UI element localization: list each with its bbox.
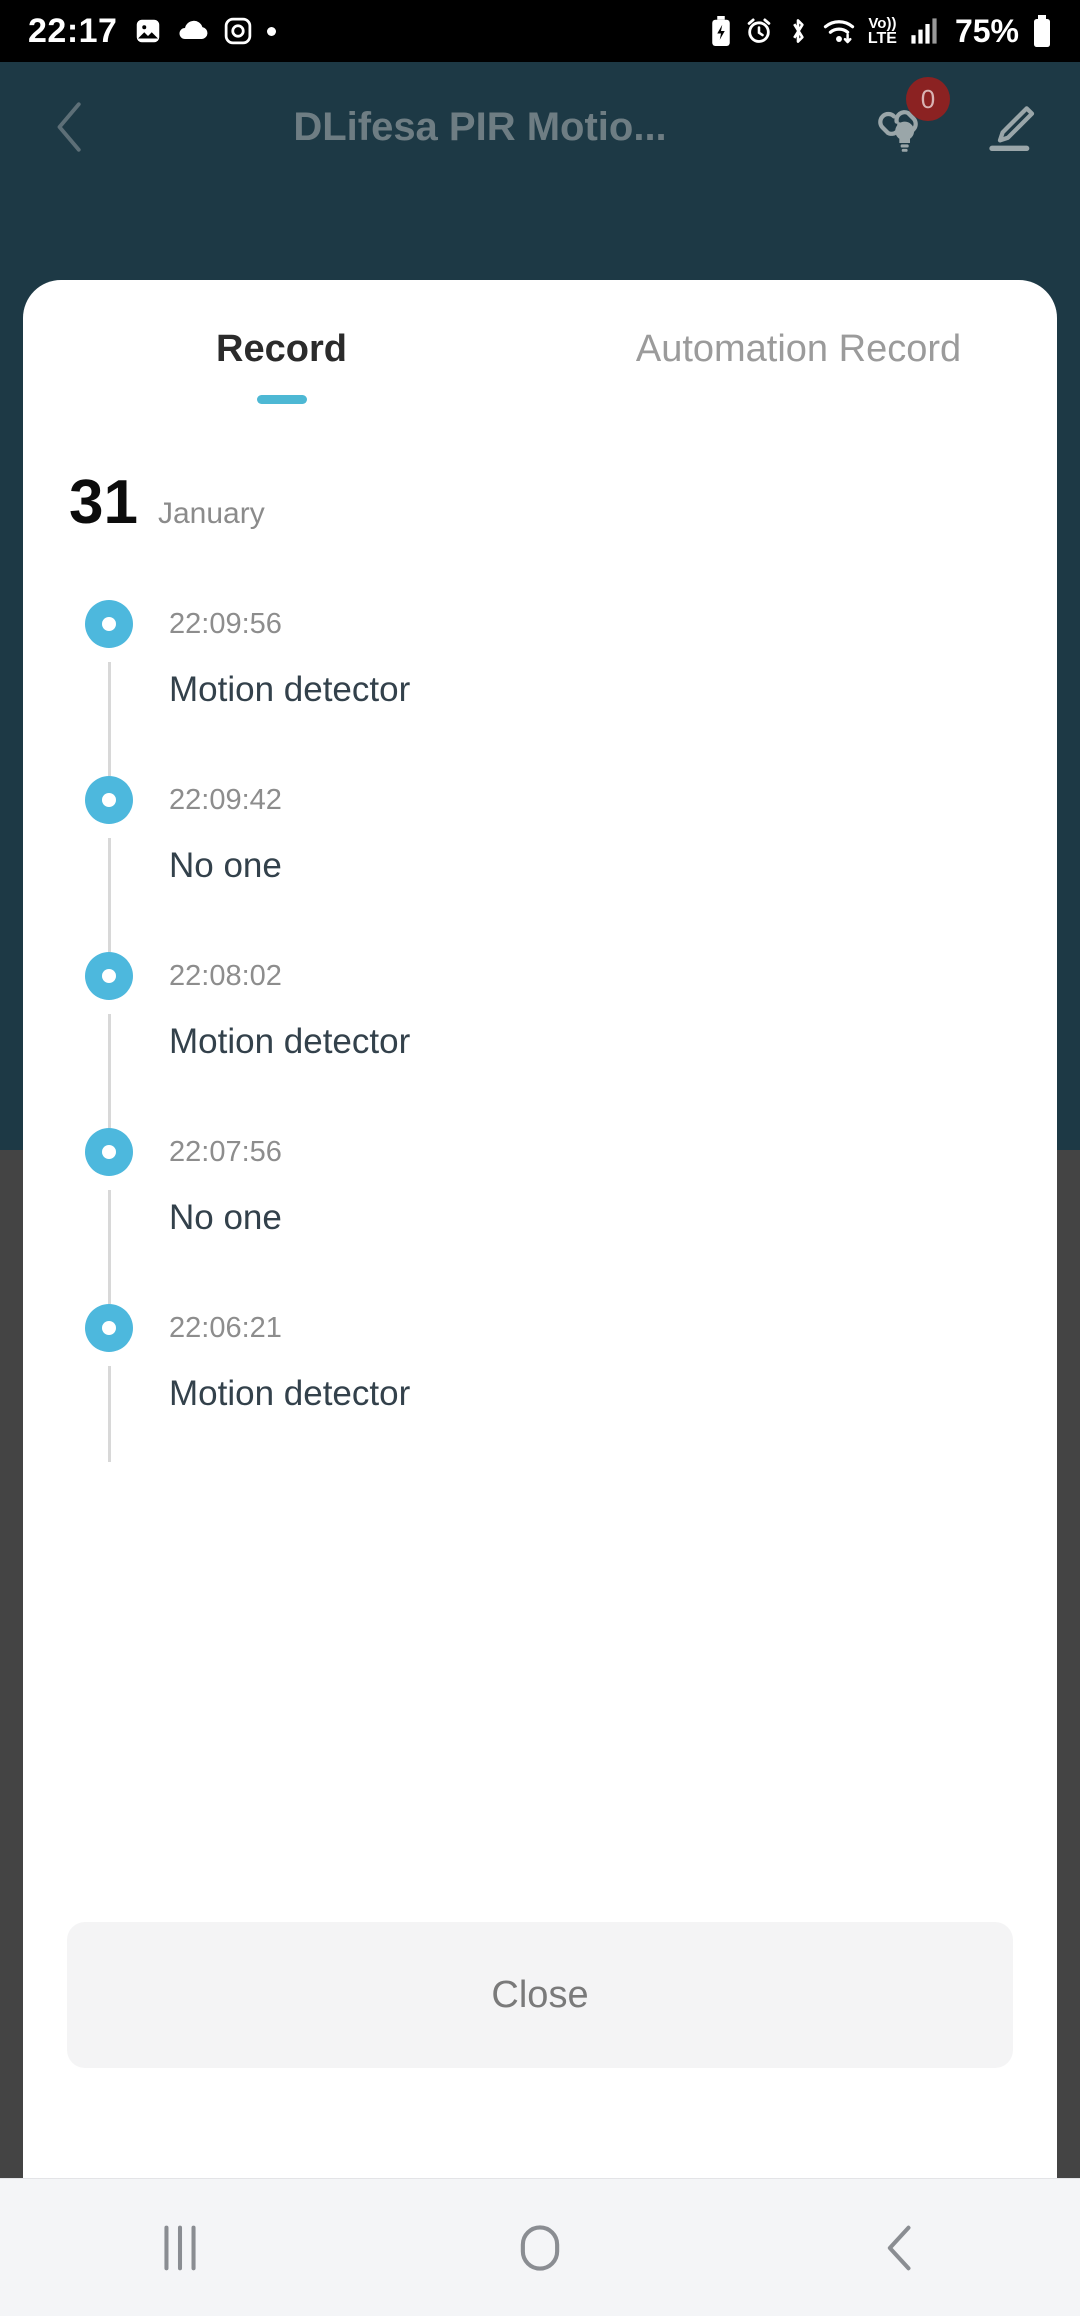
timeline-connector (108, 838, 111, 952)
signal-icon (910, 17, 938, 45)
cloud-icon (177, 19, 209, 43)
status-bar-notification-icons (133, 16, 277, 46)
record-timeline: 22:09:56 Motion detector 22:09:42 No one… (23, 600, 1057, 1462)
link-badge-count: 0 (906, 77, 950, 121)
status-bar-system-icons: Vo)) LTE 75% (710, 13, 1052, 50)
header-action-icons: 0 (870, 77, 1040, 159)
record-label: No one (169, 1198, 282, 1237)
tab-record[interactable]: Record (23, 306, 540, 420)
date-month: January (157, 497, 265, 530)
pencil-edit-icon[interactable] (976, 95, 1040, 159)
list-item[interactable]: 22:06:21 Motion detector (85, 1304, 1057, 1462)
timeline-dot-icon (85, 1304, 133, 1352)
home-icon[interactable] (480, 2198, 600, 2298)
close-button[interactable]: Close (67, 1922, 1013, 2068)
record-label: No one (169, 846, 282, 885)
tab-automation-record-underline (774, 395, 824, 404)
timeline-dot-icon (85, 600, 133, 648)
volte-top-label: Vo)) (868, 14, 897, 32)
list-item[interactable]: 22:08:02 Motion detector (85, 952, 1057, 1128)
android-nav-bar (0, 2178, 1080, 2316)
battery-percent-label: 75% (954, 12, 1019, 49)
close-button-container: Close (67, 1922, 1013, 2068)
volte-bottom-label: LTE (867, 29, 897, 47)
page-title: DLifesa PIR Motio... (293, 104, 667, 149)
timeline-dot-icon (85, 1128, 133, 1176)
list-item[interactable]: 22:09:42 No one (85, 776, 1057, 952)
list-item[interactable]: 22:07:56 No one (85, 1128, 1057, 1304)
date-header: 31 January (23, 420, 1057, 534)
back-icon[interactable] (840, 2198, 960, 2298)
record-bottom-sheet: Record Automation Record 31 January 22:0… (23, 280, 1057, 2178)
battery-saver-icon (710, 16, 732, 46)
record-time: 22:09:42 (169, 784, 282, 816)
gallery-icon (133, 16, 163, 46)
record-time: 22:09:56 (169, 608, 282, 640)
record-label: Motion detector (169, 670, 411, 709)
record-label: Motion detector (169, 1022, 411, 1061)
bluetooth-icon (786, 16, 810, 46)
dot-icon (267, 26, 277, 36)
alarm-icon (745, 17, 773, 45)
recents-icon[interactable] (120, 2198, 240, 2298)
volte-icon: Vo)) LTE (868, 16, 897, 47)
record-time: 22:07:56 (169, 1136, 282, 1168)
record-label: Motion detector (169, 1374, 411, 1413)
timeline-connector (108, 1014, 111, 1128)
battery-icon (1032, 15, 1052, 47)
app-header: DLifesa PIR Motio... 0 (0, 62, 1080, 192)
phone-screen: 22:17 Vo)) LTE 75% DLifesa PIR Motio... … (0, 0, 1080, 2316)
timeline-connector (108, 1190, 111, 1304)
date-day: 31 (69, 468, 138, 537)
status-bar: 22:17 Vo)) LTE 75% (0, 0, 1080, 62)
timeline-connector (108, 662, 111, 776)
record-time: 22:06:21 (169, 1312, 282, 1344)
tab-record-underline (256, 395, 307, 404)
tab-automation-record[interactable]: Automation Record (540, 306, 1057, 420)
list-item[interactable]: 22:09:56 Motion detector (85, 600, 1057, 776)
sheet-tab-bar: Record Automation Record (23, 280, 1057, 420)
wifi-icon (823, 17, 855, 45)
tab-automation-record-label: Automation Record (635, 328, 962, 370)
timeline-dot-icon (85, 952, 133, 1000)
tab-record-label: Record (216, 328, 347, 370)
record-time: 22:08:02 (169, 960, 282, 992)
timeline-dot-icon (85, 776, 133, 824)
timeline-connector (108, 1366, 111, 1462)
instagram-icon (223, 16, 253, 46)
link-bulb-icon[interactable]: 0 (870, 77, 950, 159)
status-bar-clock: 22:17 (28, 12, 118, 50)
